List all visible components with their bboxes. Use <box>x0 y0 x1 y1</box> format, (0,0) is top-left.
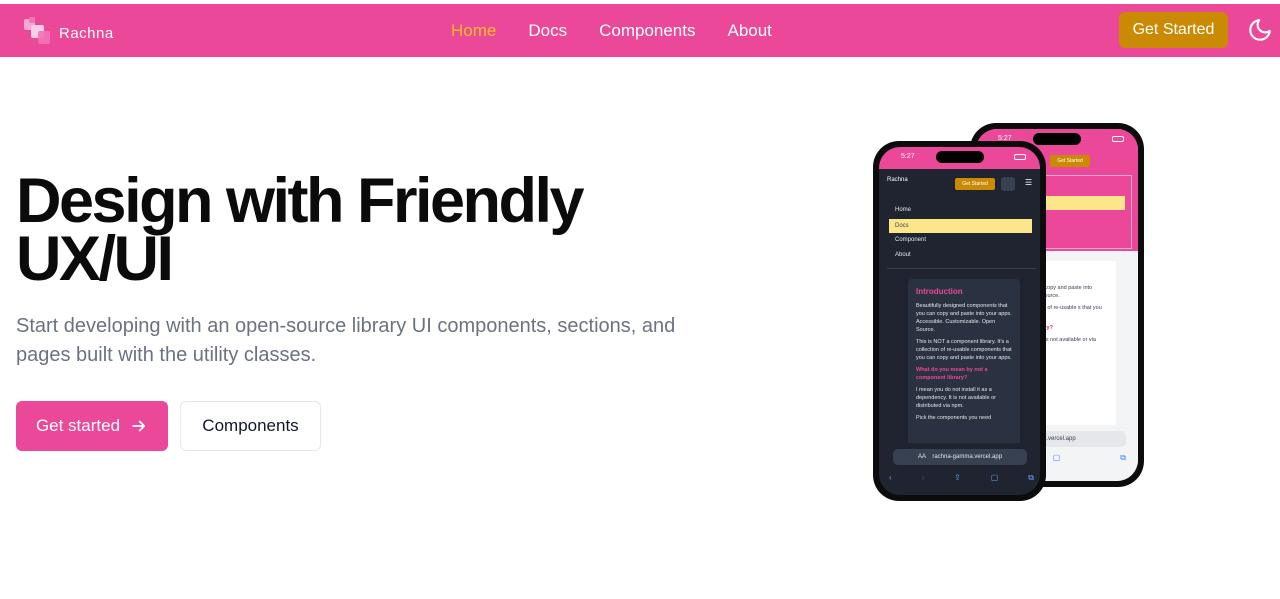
status-bar: 5:27 <box>879 147 1040 169</box>
forward-icon: › <box>921 473 925 482</box>
moon-icon[interactable] <box>1247 17 1273 43</box>
dynamic-island <box>935 151 984 163</box>
arrow-right-icon <box>132 420 146 432</box>
mockup-logo: Rachna <box>887 177 908 183</box>
brand-logo[interactable]: Rachna <box>22 15 113 47</box>
bookmarks-icon: ▢ <box>1052 453 1061 462</box>
browser-toolbar: ‹ › ⇪ ▢ ⧉ <box>889 473 1034 483</box>
bookmarks-icon: ▢ <box>990 473 999 482</box>
tabs-icon: ⧉ <box>1120 453 1126 462</box>
back-icon: ‹ <box>889 473 892 482</box>
url-text: rachna-gamma.vercel.app <box>932 454 1003 460</box>
phone-mockup-front: 5:27 Rachna Get Started ☰ Home Docs Comp… <box>873 141 1046 501</box>
hero-subtitle: Start developing with an open-source lib… <box>16 315 676 366</box>
text-size-label: AA <box>917 454 926 460</box>
battery-icon <box>1006 154 1028 160</box>
mockup-para: This is NOT a component library. It's a … <box>916 339 1012 361</box>
mockup-para: Pick the components you need <box>916 415 992 421</box>
mockup-get-started: Get Started <box>955 178 995 190</box>
url-bar: AA rachna-gamma.vercel.app <box>893 449 1027 465</box>
tabs-icon: ⧉ <box>1028 473 1034 482</box>
get-started-nav-button[interactable]: Get Started <box>1119 12 1228 48</box>
phone-screen-front: 5:27 Rachna Get Started ☰ Home Docs Comp… <box>879 147 1040 495</box>
browser-bar: AA rachna-gamma.vercel.app ‹ › ⇪ ▢ ⧉ <box>879 443 1040 495</box>
components-button[interactable]: Components <box>180 401 321 451</box>
mockup-card-title: Introduction <box>916 287 963 296</box>
mockup-question: What do you mean by not a component libr… <box>916 367 988 381</box>
get-started-label: Get started <box>35 416 121 435</box>
nav-link-components[interactable]: Components <box>599 21 695 41</box>
nav-link-about[interactable]: About <box>727 21 771 41</box>
main-nav: Home Docs Components About <box>451 21 772 41</box>
navbar: Rachna Home Docs Components About Get St… <box>0 4 1280 57</box>
hero-title-line2: UX/UI <box>16 224 174 294</box>
hero-title: Design with Friendly UX/UI <box>16 170 636 291</box>
mockup-get-started: Get Started <box>1050 155 1090 167</box>
get-started-button[interactable]: Get started <box>16 401 168 451</box>
mockup-para: I mean you do not install it as a depend… <box>916 387 997 409</box>
mockup-menu-item: Home <box>895 207 912 213</box>
brand-name: Rachna <box>59 25 114 42</box>
mockup-card: Introduction Beautifully designed compon… <box>908 279 1020 453</box>
mockup-menu: Home Docs Component About <box>887 197 1036 269</box>
dynamic-island <box>1033 133 1081 145</box>
mockup-menu-item: Component <box>895 237 927 243</box>
share-icon: ⇪ <box>954 473 961 482</box>
mockup-menu-item-active: Docs <box>889 219 1032 233</box>
nav-link-home[interactable]: Home <box>451 21 496 41</box>
mockup-para: Beautifully designed components that you… <box>916 303 1012 333</box>
puzzle-logo-icon <box>22 15 54 47</box>
battery-icon <box>1104 136 1126 142</box>
mockup-menu-item: About <box>895 252 911 258</box>
hamburger-icon: ☰ <box>1025 178 1033 187</box>
nav-link-docs[interactable]: Docs <box>528 21 567 41</box>
mockup-navbar: Rachna Get Started ☰ <box>879 169 1040 197</box>
sun-icon <box>1001 177 1015 191</box>
status-time: 5:27 <box>901 153 915 160</box>
